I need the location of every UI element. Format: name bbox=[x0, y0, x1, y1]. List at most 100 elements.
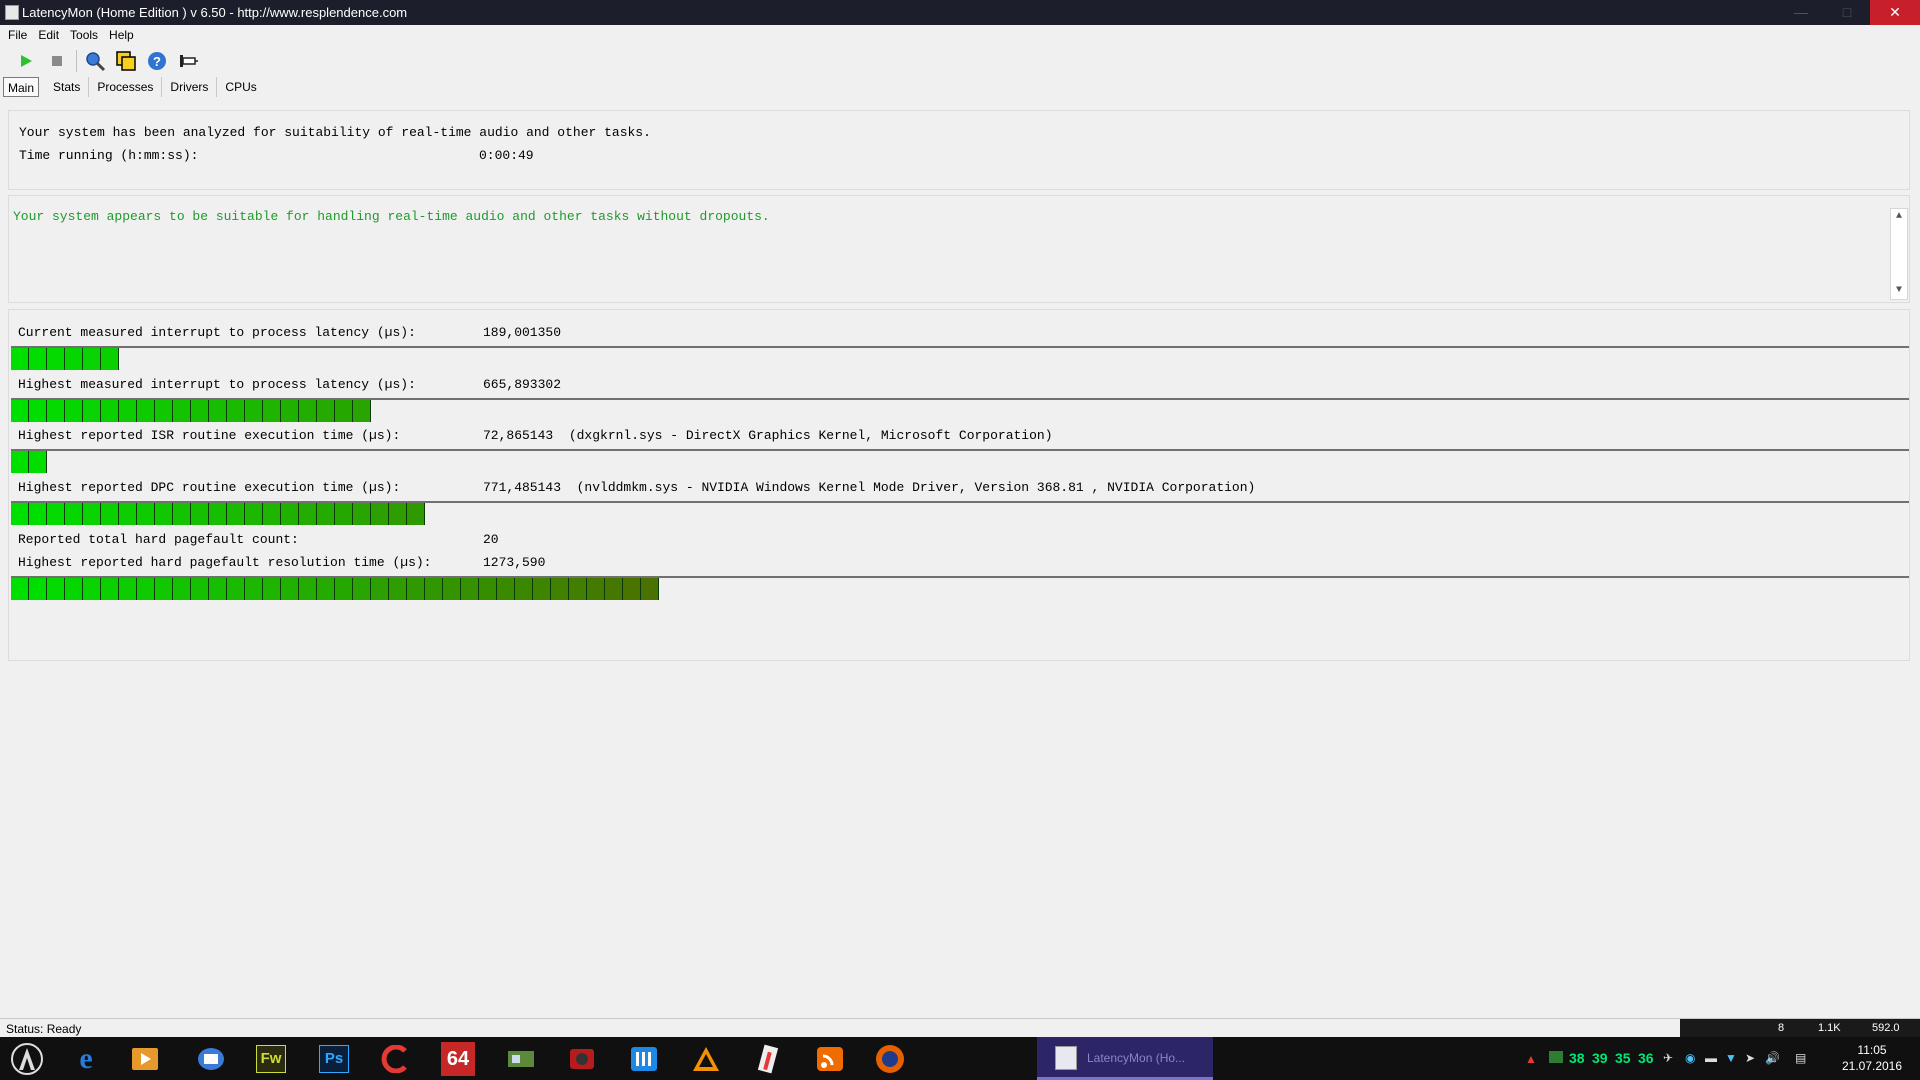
bar-segment bbox=[11, 503, 29, 525]
menu-help[interactable]: Help bbox=[109, 28, 134, 42]
bar-segment bbox=[425, 578, 443, 600]
ccleaner-icon[interactable] bbox=[377, 1041, 415, 1077]
tab-stats[interactable]: Stats bbox=[45, 77, 90, 97]
bar-segment bbox=[29, 578, 47, 600]
stop-button[interactable] bbox=[45, 49, 69, 73]
menu-bar: File Edit Tools Help bbox=[0, 25, 1920, 45]
taskbar-latencymon[interactable]: LatencyMon (Ho... bbox=[1037, 1037, 1213, 1080]
lion-app-icon[interactable] bbox=[563, 1041, 601, 1077]
thermometer-icon[interactable] bbox=[749, 1041, 787, 1077]
bar-segment bbox=[83, 578, 101, 600]
clock-date: 21.07.2016 bbox=[1841, 1059, 1903, 1073]
bar-segment bbox=[353, 503, 371, 525]
bar-segment bbox=[83, 348, 101, 370]
bar-segment bbox=[281, 400, 299, 422]
rss-icon[interactable] bbox=[811, 1041, 849, 1077]
bar-segment bbox=[263, 503, 281, 525]
status-item-memory: 1.1K bbox=[1818, 1022, 1841, 1034]
latency-bar-fill bbox=[11, 503, 425, 525]
bar-segment bbox=[227, 578, 245, 600]
mail-icon[interactable] bbox=[192, 1041, 230, 1077]
tab-main[interactable]: Main bbox=[3, 77, 40, 97]
tool-search-button[interactable] bbox=[83, 49, 107, 73]
audio-mixer-icon[interactable] bbox=[625, 1041, 663, 1077]
tray-arrow-icon[interactable]: ➤ bbox=[1745, 1051, 1755, 1065]
menu-edit[interactable]: Edit bbox=[38, 28, 59, 42]
bar-segment bbox=[119, 503, 137, 525]
bar-segment bbox=[137, 400, 155, 422]
bar-segment bbox=[209, 400, 227, 422]
bar-segment bbox=[29, 348, 47, 370]
vlc-icon[interactable] bbox=[687, 1041, 725, 1077]
bar-segment bbox=[155, 578, 173, 600]
bar-segment bbox=[443, 578, 461, 600]
metric-highest-latency-value: 665,893302 bbox=[483, 377, 562, 392]
tray-amd-icon[interactable]: ▲ bbox=[1525, 1052, 1537, 1066]
help-icon: ? bbox=[148, 52, 166, 70]
tab-strip: Main Stats Processes Drivers CPUs bbox=[3, 76, 265, 98]
tray-gpu-icon[interactable] bbox=[1549, 1051, 1563, 1063]
status-bar: Status: Ready 8 1.1K 592.0 bbox=[0, 1018, 1920, 1038]
conclusion-text: Your system appears to be suitable for h… bbox=[13, 209, 770, 224]
conclusion-scrollbar[interactable]: ▲ ▼ bbox=[1890, 208, 1908, 300]
metric-isr-label: Highest reported ISR routine execution t… bbox=[18, 428, 401, 443]
title-bar: LatencyMon (Home Edition ) v 6.50 - http… bbox=[0, 0, 1920, 25]
maximize-button[interactable]: □ bbox=[1824, 0, 1870, 25]
status-text: Status: Ready bbox=[6, 1022, 82, 1036]
bar-segment bbox=[209, 503, 227, 525]
aida64-icon[interactable]: 64 bbox=[439, 1041, 477, 1077]
bar-segment bbox=[209, 578, 227, 600]
photoshop-icon[interactable]: Ps bbox=[315, 1041, 353, 1077]
tab-drivers[interactable]: Drivers bbox=[162, 77, 218, 97]
tray-network-icon[interactable]: ▼ bbox=[1725, 1051, 1737, 1065]
pin-icon bbox=[180, 55, 198, 67]
fireworks-icon[interactable]: Fw bbox=[252, 1041, 290, 1077]
bar-segment bbox=[371, 578, 389, 600]
help-button[interactable]: ? bbox=[145, 49, 169, 73]
window-controls: — □ ✕ bbox=[1778, 0, 1920, 25]
latency-bar-fill bbox=[11, 348, 119, 370]
tray-shield-icon[interactable]: ◉ bbox=[1685, 1051, 1695, 1065]
latency-bar-fill bbox=[11, 451, 47, 473]
menu-file[interactable]: File bbox=[8, 28, 27, 42]
bar-segment bbox=[65, 400, 83, 422]
bar-segment bbox=[245, 578, 263, 600]
pin-button[interactable] bbox=[176, 49, 200, 73]
tray-volume-icon[interactable]: 🔊 bbox=[1765, 1051, 1780, 1065]
isr-value-number: 72,865143 bbox=[483, 428, 554, 443]
tray-notification-icon[interactable]: ▤ bbox=[1795, 1051, 1806, 1065]
bar-segment bbox=[29, 400, 47, 422]
tab-cpus[interactable]: CPUs bbox=[217, 77, 264, 97]
scroll-up-icon[interactable]: ▲ bbox=[1891, 210, 1907, 224]
bar-segment bbox=[101, 578, 119, 600]
bar-segment bbox=[173, 503, 191, 525]
close-button[interactable]: ✕ bbox=[1870, 0, 1920, 25]
tray-keyboard-icon[interactable]: ▬ bbox=[1705, 1051, 1717, 1065]
cpu-button[interactable] bbox=[114, 49, 138, 73]
video-player-icon[interactable] bbox=[126, 1041, 164, 1077]
start-button[interactable] bbox=[14, 49, 38, 73]
bar-segment bbox=[191, 578, 209, 600]
bar-segment bbox=[353, 400, 371, 422]
start-menu-icon[interactable] bbox=[8, 1041, 46, 1077]
bar-segment bbox=[245, 503, 263, 525]
taskbar-clock[interactable]: 11:05 21.07.2016 bbox=[1838, 1042, 1906, 1074]
menu-tools[interactable]: Tools bbox=[70, 28, 98, 42]
bar-segment bbox=[389, 578, 407, 600]
bar-segment bbox=[245, 400, 263, 422]
conclusion-panel: Your system appears to be suitable for h… bbox=[8, 195, 1910, 303]
bar-segment bbox=[83, 503, 101, 525]
firefox-icon[interactable] bbox=[871, 1041, 909, 1077]
tray-plane-icon[interactable]: ✈ bbox=[1663, 1051, 1673, 1065]
latency-bar bbox=[11, 398, 1909, 422]
metric-dpc-label: Highest reported DPC routine execution t… bbox=[18, 480, 401, 495]
tab-processes[interactable]: Processes bbox=[89, 77, 163, 97]
scroll-down-icon[interactable]: ▼ bbox=[1891, 284, 1907, 298]
gpu-tool-icon[interactable] bbox=[502, 1041, 540, 1077]
edge-icon[interactable]: e bbox=[67, 1041, 105, 1077]
minimize-button[interactable]: — bbox=[1778, 0, 1824, 25]
bar-segment bbox=[47, 578, 65, 600]
status-right-panel: 8 1.1K 592.0 bbox=[1680, 1019, 1920, 1038]
latency-bar-fill bbox=[11, 400, 371, 422]
bar-segment bbox=[569, 578, 587, 600]
